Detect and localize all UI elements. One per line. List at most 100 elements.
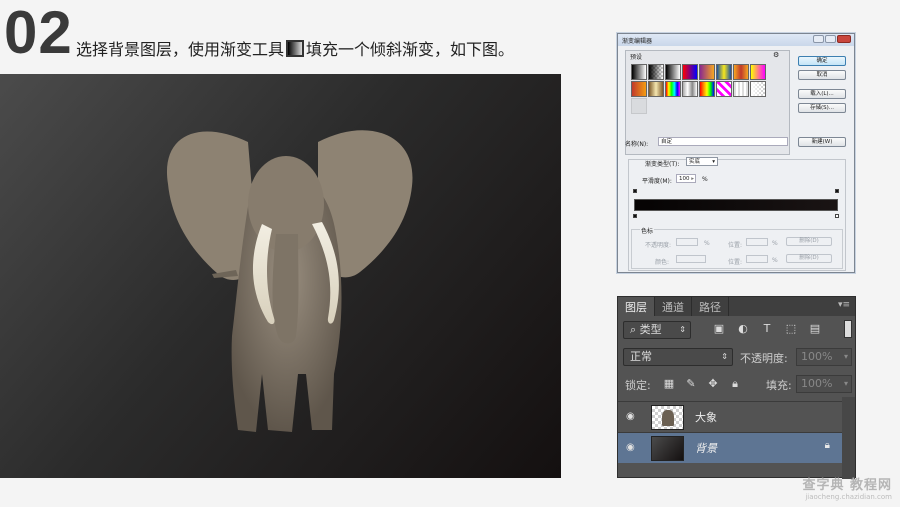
opacity-stop-left[interactable]: [633, 189, 637, 193]
shape-filter-icon[interactable]: ⬚: [784, 322, 798, 335]
preset-swatch[interactable]: [716, 64, 732, 80]
preset-swatch[interactable]: [648, 64, 664, 80]
tab-channels[interactable]: 通道: [655, 297, 692, 316]
opacity-input[interactable]: 100% ▾: [796, 348, 852, 366]
eye-icon[interactable]: ◉: [626, 411, 635, 422]
fill-input[interactable]: 100% ▾: [796, 375, 852, 393]
search-icon: ⌕: [630, 323, 640, 336]
smoothness-unit: %: [702, 176, 708, 183]
preset-swatch[interactable]: [699, 81, 715, 97]
smoothness-value: 100: [679, 176, 690, 182]
watermark-main: 查字典 教程网: [802, 478, 892, 493]
preset-swatch[interactable]: [682, 81, 698, 97]
step-headline: 选择背景图层，使用渐变工具 填充一个倾斜渐变，如下图。: [76, 36, 514, 60]
preset-swatch[interactable]: [631, 64, 647, 80]
gradient-type-select[interactable]: 实底 ▾: [686, 157, 718, 166]
layer-name-background[interactable]: 背景: [695, 440, 717, 456]
filter-toggle-icon[interactable]: [844, 320, 852, 338]
blend-mode-select[interactable]: 正常 ⇕: [623, 348, 733, 366]
stepper-icon: ⇕: [679, 325, 686, 334]
opacity-stop-right[interactable]: [835, 189, 839, 193]
fill-value: 100%: [801, 377, 833, 390]
preset-swatches: [631, 64, 766, 114]
preset-swatch[interactable]: [648, 81, 664, 97]
preset-swatch[interactable]: [682, 64, 698, 80]
preset-swatch[interactable]: [733, 64, 749, 80]
lock-all-icon[interactable]: 🔒︎: [728, 377, 742, 390]
gradient-editor-dialog: 渐变编辑器 预设 ⚙ 确定 取消 载入(L)... 存储(S)... 新建(W)…: [617, 33, 855, 273]
name-input[interactable]: 自定: [658, 137, 788, 146]
elephant-photo: [166, 130, 413, 432]
headline-text-before: 选择背景图层，使用渐变工具: [76, 40, 285, 59]
elephant-thumbnail-icon: [661, 410, 674, 426]
tab-paths[interactable]: 路径: [692, 297, 729, 316]
close-icon[interactable]: [837, 35, 851, 43]
smoothness-input[interactable]: 100 ▸: [676, 174, 696, 183]
layer-row-background[interactable]: ◉ 背景 🔒︎: [618, 432, 844, 463]
tab-layers[interactable]: 图层: [618, 297, 655, 316]
preset-swatch[interactable]: [631, 81, 647, 97]
stepper-icon[interactable]: ▸: [691, 175, 695, 183]
preset-swatch[interactable]: [665, 81, 681, 97]
opacity-location-input[interactable]: [746, 238, 768, 246]
color-location-unit: %: [772, 257, 778, 264]
lock-label: 锁定:: [625, 379, 651, 392]
preset-swatch[interactable]: [665, 64, 681, 80]
document-canvas[interactable]: [0, 74, 561, 478]
panel-menu-icon[interactable]: ▾≡: [838, 300, 850, 310]
new-button[interactable]: 新建(W): [798, 137, 846, 147]
delete-color-stop-button[interactable]: 删除(D): [786, 254, 832, 263]
gradient-tool-icon: [286, 39, 305, 57]
color-stop-right[interactable]: [835, 214, 839, 218]
minimize-icon[interactable]: [813, 35, 824, 43]
opacity-label: 不透明度:: [740, 352, 788, 365]
eye-icon[interactable]: ◉: [626, 442, 635, 453]
lock-pixels-icon[interactable]: ✎: [684, 377, 698, 390]
chevron-down-icon[interactable]: ▾: [844, 376, 848, 392]
preset-swatch[interactable]: [750, 81, 766, 97]
smart-object-filter-icon[interactable]: ▤: [808, 322, 822, 335]
layer-name-elephant[interactable]: 大象: [695, 409, 717, 425]
opacity-value: 100%: [801, 350, 833, 363]
load-button[interactable]: 载入(L)...: [798, 89, 846, 99]
chevron-down-icon[interactable]: ▾: [844, 349, 848, 365]
color-location-label: 位置:: [728, 259, 743, 266]
dialog-title-bar: 渐变编辑器: [618, 34, 854, 46]
headline-text-after: 填充一个倾斜渐变，如下图。: [306, 40, 515, 59]
color-stop-left[interactable]: [633, 214, 637, 218]
lock-position-icon[interactable]: ✥: [706, 377, 720, 390]
cancel-button[interactable]: 取消: [798, 70, 846, 80]
lock-icon: 🔒︎: [824, 440, 830, 451]
opacity-location-unit: %: [772, 240, 778, 247]
delete-opacity-stop-button[interactable]: 删除(D): [786, 237, 832, 246]
panel-tabs: 图层 通道 路径 ▾≡: [618, 297, 855, 316]
type-filter-icon[interactable]: T: [760, 322, 774, 335]
image-filter-icon[interactable]: ▣: [712, 322, 726, 335]
preset-swatch[interactable]: [716, 81, 732, 97]
maximize-icon[interactable]: [825, 35, 836, 43]
stop-opacity-input[interactable]: [676, 238, 698, 246]
preset-swatch[interactable]: [733, 81, 749, 97]
gradient-bar[interactable]: [634, 199, 838, 211]
smoothness-label: 平滑度(M):: [642, 178, 672, 185]
layers-scrollbar[interactable]: [842, 397, 855, 479]
lock-transparency-icon[interactable]: ▦: [662, 377, 676, 390]
name-label: 名称(N):: [625, 141, 649, 148]
gradient-type-label: 渐变类型(T):: [645, 161, 680, 168]
layer-thumbnail-elephant: [651, 405, 684, 430]
filter-kind-select[interactable]: ⌕ 类型 ⇕: [623, 321, 691, 339]
preset-swatch[interactable]: [699, 64, 715, 80]
preset-swatch-empty: [631, 98, 647, 114]
stop-color-swatch[interactable]: [676, 255, 706, 263]
save-button[interactable]: 存储(S)...: [798, 103, 846, 113]
layer-row-elephant[interactable]: ◉ 大象: [618, 401, 844, 432]
color-location-input[interactable]: [746, 255, 768, 263]
ok-button[interactable]: 确定: [798, 56, 846, 66]
opacity-label: 不透明度:: [645, 242, 672, 249]
gradient-type-value: 实底: [689, 159, 701, 165]
gear-icon[interactable]: ⚙: [773, 51, 779, 59]
watermark: 查字典 教程网 jiaocheng.chazidian.com: [802, 474, 892, 501]
adjustment-filter-icon[interactable]: ◐: [736, 322, 750, 335]
step-number: 02: [4, 0, 73, 66]
preset-swatch[interactable]: [750, 64, 766, 80]
